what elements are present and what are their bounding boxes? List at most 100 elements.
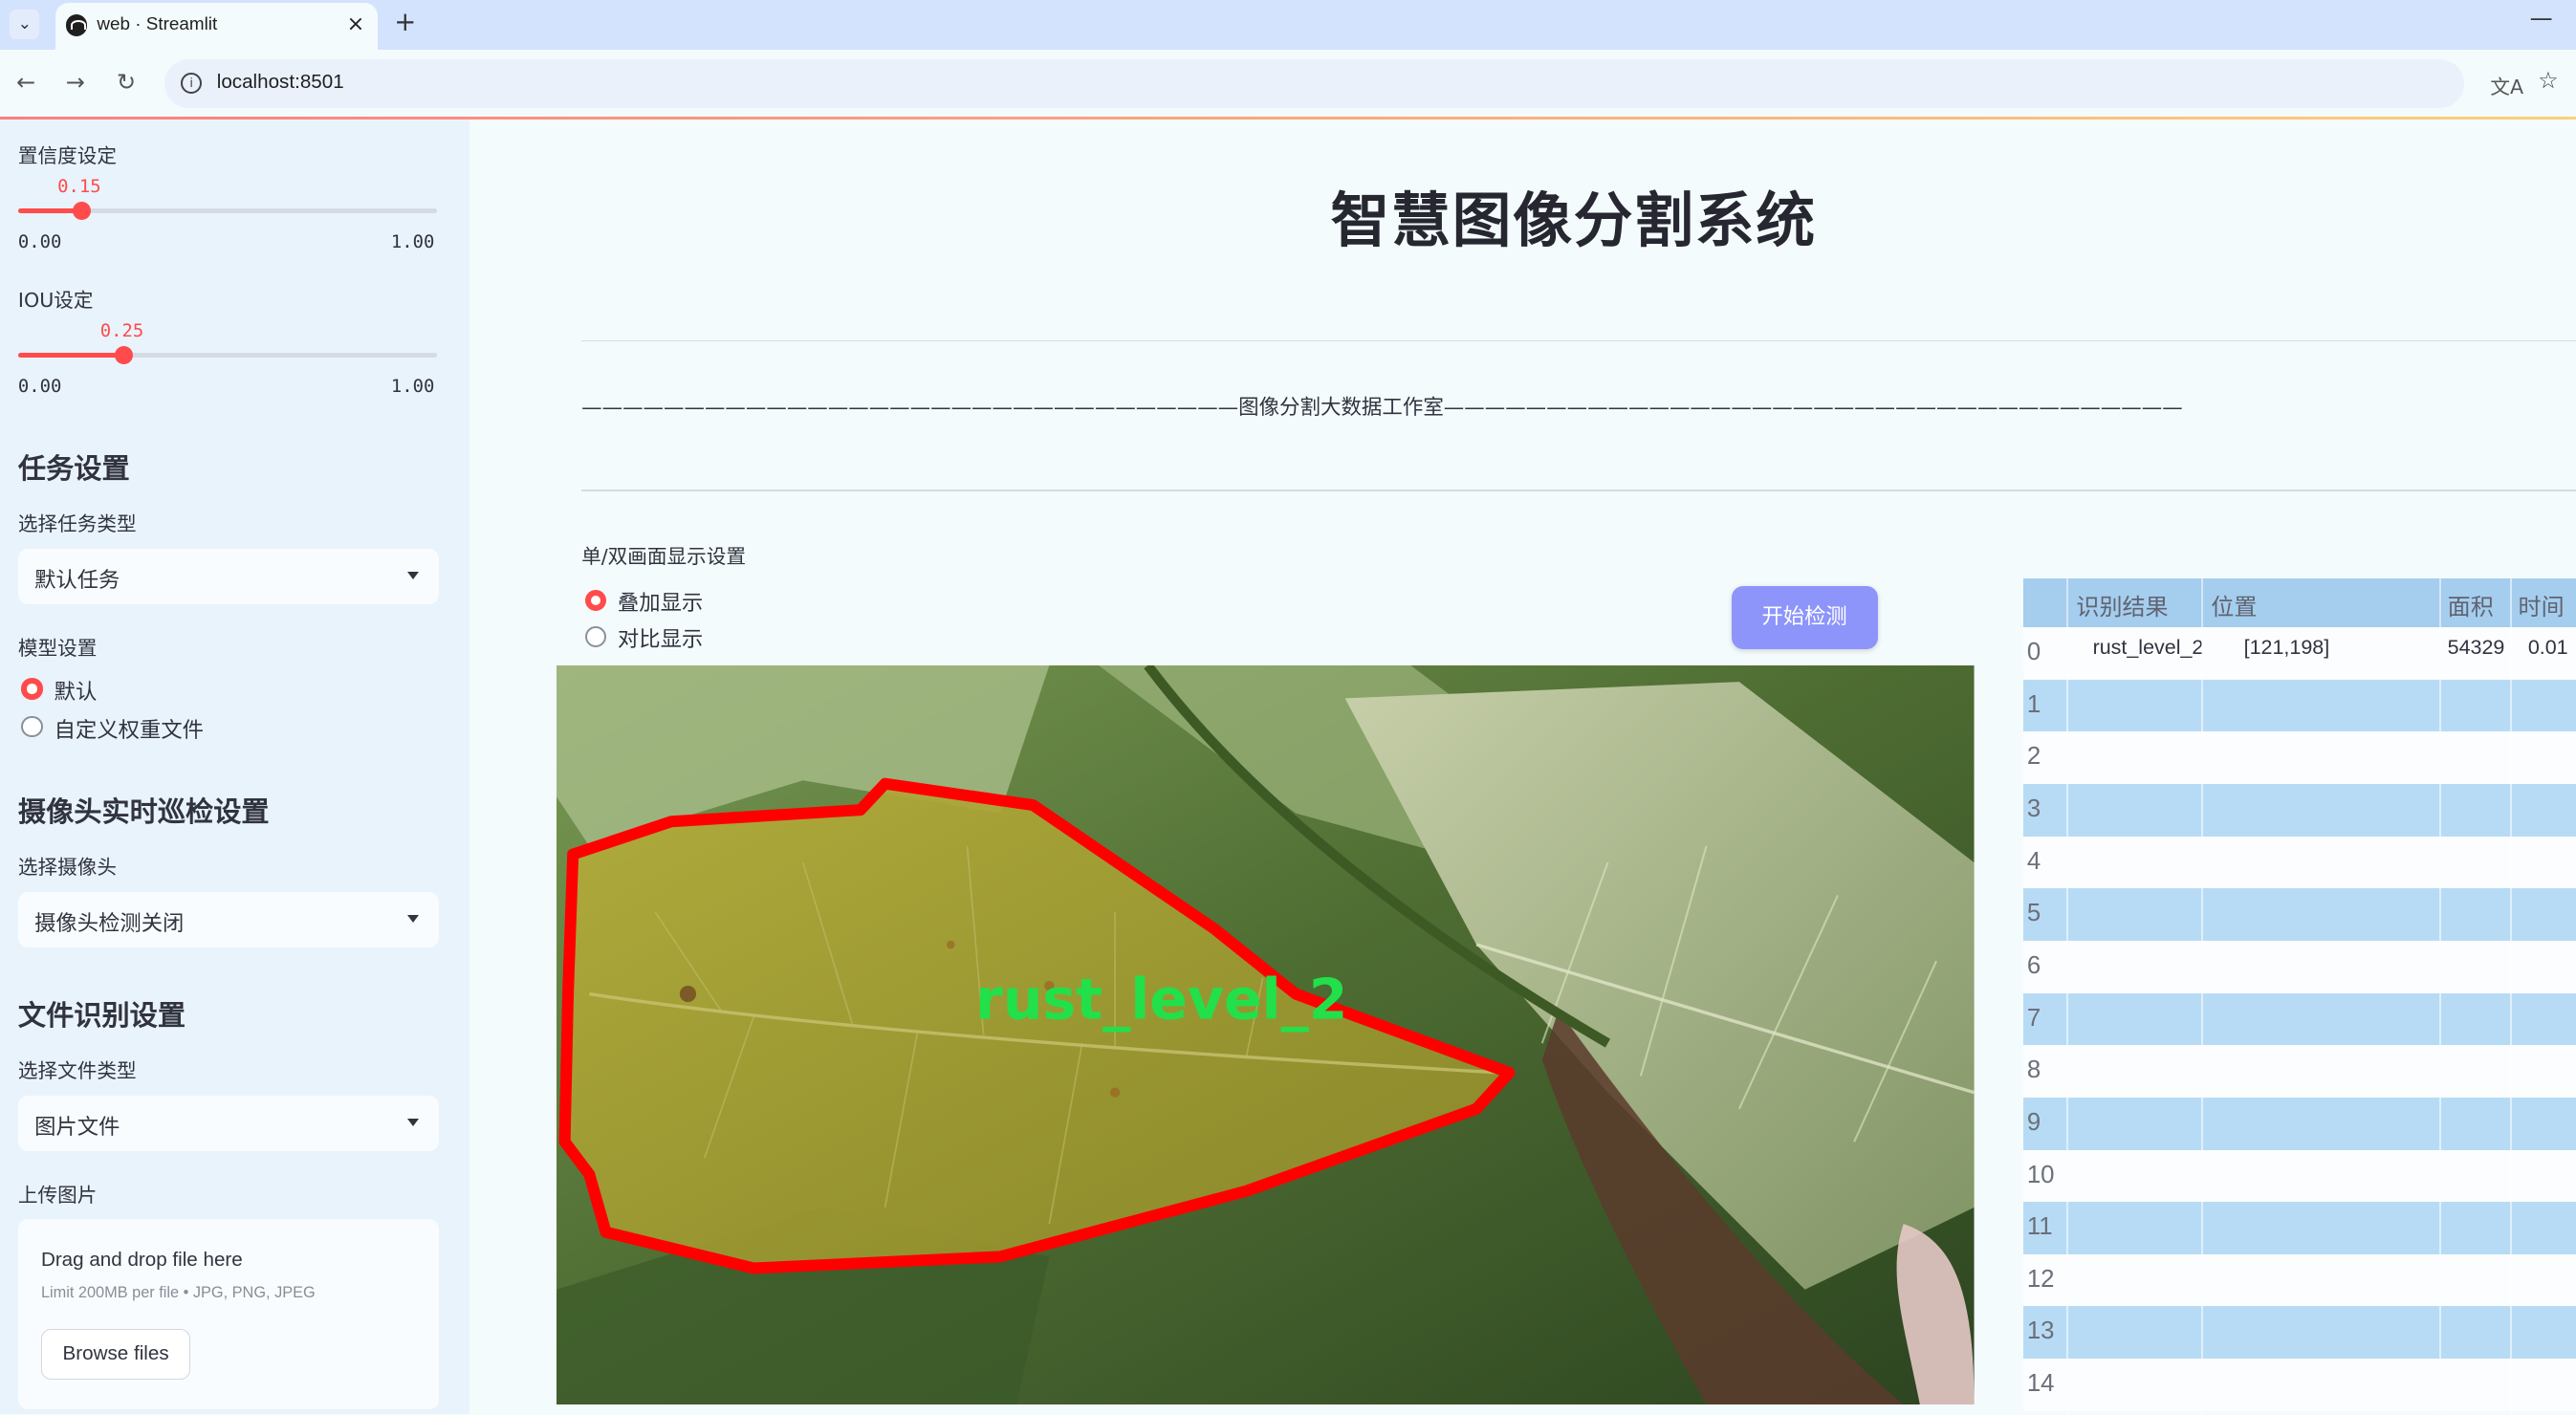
iou-label: IOU设定: [17, 289, 94, 313]
site-info-icon[interactable]: i: [180, 72, 203, 94]
confidence-value: 0.15: [57, 175, 101, 197]
confidence-min: 0.00: [17, 231, 62, 253]
back-arrow-icon[interactable]: ←: [16, 69, 35, 96]
row-index: 10: [2026, 1161, 2055, 1188]
confidence-label: 置信度设定: [17, 144, 117, 168]
url-text[interactable]: localhost:8501: [217, 71, 344, 94]
column-header-result[interactable]: 识别结果: [2076, 588, 2168, 621]
new-tab-icon[interactable]: +: [394, 7, 416, 37]
upload-dropzone-title: Drag and drop file here: [40, 1248, 243, 1271]
camera-value: 摄像头检测关闭: [34, 911, 185, 937]
translate-icon[interactable]: 文A: [2490, 71, 2523, 99]
iou-slider[interactable]: [17, 346, 437, 365]
table-row[interactable]: 4: [2023, 836, 2576, 889]
column-divider: [2509, 577, 2512, 1415]
row-index: 2: [2026, 743, 2041, 771]
forward-arrow-icon[interactable]: →: [66, 69, 85, 96]
iou-max: 1.00: [390, 376, 435, 398]
table-row[interactable]: 3: [2023, 784, 2576, 838]
streamlit-favicon-icon: [65, 14, 88, 36]
table-row[interactable]: 5: [2023, 888, 2576, 942]
tab-title: web · Streamlit: [97, 14, 218, 35]
table-row[interactable]: 6: [2023, 940, 2576, 993]
cell-time: 0.01: [2527, 635, 2568, 659]
address-bar[interactable]: i localhost:8501: [164, 58, 2464, 109]
column-divider: [2066, 577, 2068, 1415]
browser-toolbar: ← → ↻ i localhost:8501 文A ☆: [0, 49, 2576, 119]
camera-settings-heading: 摄像头实时巡检设置: [17, 795, 270, 829]
row-index: 3: [2026, 795, 2041, 823]
table-row[interactable]: 8: [2023, 1045, 2576, 1099]
row-index: 5: [2026, 900, 2041, 927]
radio-selected-icon[interactable]: [584, 589, 606, 612]
reload-icon[interactable]: ↻: [117, 69, 136, 96]
file-uploader-dropzone[interactable]: Drag and drop file here Limit 200MB per …: [17, 1218, 439, 1409]
column-header-area[interactable]: 面积: [2448, 588, 2494, 621]
close-tab-icon[interactable]: ×: [347, 11, 365, 36]
camera-select[interactable]: 摄像头检测关闭: [17, 891, 439, 948]
cell-result: rust_level_2: [2092, 635, 2204, 659]
column-divider: [2439, 577, 2441, 1415]
row-index: 14: [2026, 1370, 2055, 1398]
confidence-max: 1.00: [390, 231, 435, 253]
bookmark-star-icon[interactable]: ☆: [2538, 67, 2559, 94]
table-row[interactable]: 13: [2023, 1306, 2576, 1360]
upload-limit-text: Limit 200MB per file • JPG, PNG, JPEG: [40, 1284, 316, 1302]
display-option-label: 对比显示: [617, 627, 704, 653]
row-index: 11: [2026, 1213, 2053, 1241]
row-index: 6: [2026, 952, 2041, 979]
detection-label: rust_level_2: [975, 967, 1347, 1032]
file-type-value: 图片文件: [34, 1115, 120, 1141]
table-row[interactable]: 11: [2023, 1202, 2576, 1255]
table-header: 识别结果 位置 面积 时间: [2023, 577, 2576, 628]
tab-list-chevron-icon[interactable]: ⌄: [10, 10, 40, 40]
row-index: 8: [2026, 1056, 2041, 1084]
row-index: 9: [2026, 1108, 2041, 1136]
start-detection-button[interactable]: 开始检测: [1731, 586, 1878, 649]
browse-files-button[interactable]: Browse files: [40, 1328, 191, 1381]
cell-area: 54329: [2447, 635, 2505, 659]
radio-selected-icon[interactable]: [21, 678, 43, 700]
segmentation-result-image: rust_level_2: [557, 664, 1975, 1404]
table-row[interactable]: 12: [2023, 1253, 2576, 1307]
confidence-slider-thumb[interactable]: [73, 202, 91, 221]
row-index: 4: [2026, 847, 2041, 875]
row-index: 7: [2026, 1004, 2041, 1032]
table-row[interactable]: 10: [2023, 1149, 2576, 1203]
confidence-slider[interactable]: [17, 202, 437, 221]
table-row[interactable]: 0 rust_level_2 [121,198] 54329 0.01: [2023, 627, 2576, 681]
upload-label: 上传图片: [17, 1184, 98, 1208]
leaf-photo: rust_level_2: [557, 664, 1975, 1404]
radio-unselected-icon[interactable]: [584, 625, 606, 647]
table-row[interactable]: 14: [2023, 1359, 2576, 1411]
chevron-down-icon: [407, 1118, 420, 1126]
studio-banner: ————————————————————————————————图像分割大数据工…: [581, 395, 2183, 420]
confidence-slider-fill: [17, 208, 81, 214]
browser-tab[interactable]: web · Streamlit ×: [55, 3, 379, 50]
radio-unselected-icon[interactable]: [21, 715, 43, 738]
task-settings-heading: 任务设置: [17, 452, 130, 486]
file-type-select[interactable]: 图片文件: [17, 1095, 439, 1152]
column-divider: [2200, 577, 2203, 1415]
task-type-label: 选择任务类型: [17, 512, 137, 535]
iou-value: 0.25: [99, 319, 144, 341]
table-row[interactable]: 1: [2023, 679, 2576, 732]
display-option-label: 叠加显示: [617, 591, 704, 617]
table-row[interactable]: 2: [2023, 731, 2576, 785]
table-row[interactable]: 9: [2023, 1097, 2576, 1150]
sidebar: 置信度设定 0.15 0.00 1.00 IOU设定 0.25 0.00 1.0…: [0, 120, 470, 1415]
table-row[interactable]: 7: [2023, 992, 2576, 1046]
row-index: 12: [2026, 1265, 2055, 1293]
column-header-time[interactable]: 时间: [2519, 588, 2565, 621]
chevron-down-icon: [407, 571, 420, 579]
divider: [581, 489, 2576, 491]
task-type-value: 默认任务: [34, 568, 120, 594]
task-type-select[interactable]: 默认任务: [17, 548, 439, 605]
cell-position: [121,198]: [2243, 635, 2330, 659]
camera-label: 选择摄像头: [17, 855, 117, 879]
minimize-window-icon[interactable]: —: [2530, 5, 2553, 32]
column-header-position[interactable]: 位置: [2211, 588, 2257, 621]
page-title: 智慧图像分割系统: [1330, 186, 1817, 256]
results-table[interactable]: 识别结果 位置 面积 时间 0 rust_level_2 [121,198] 5432…: [2023, 577, 2576, 1415]
iou-slider-thumb[interactable]: [114, 346, 133, 365]
